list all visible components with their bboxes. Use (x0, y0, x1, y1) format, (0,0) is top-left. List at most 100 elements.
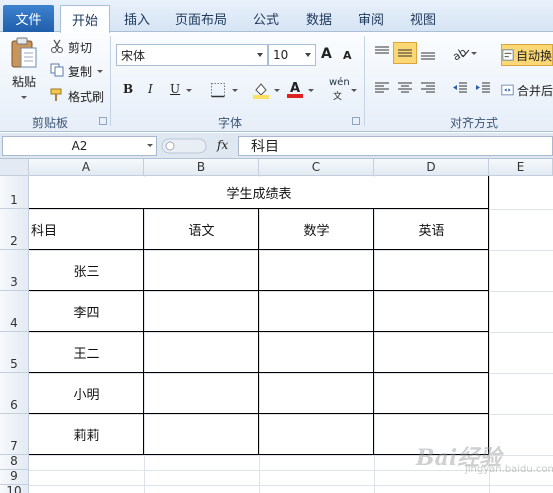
orientation-icon[interactable]: ab (451, 45, 473, 61)
scissors-icon (50, 39, 64, 53)
tab-page-layout[interactable]: 页面布局 (170, 5, 232, 32)
align-right-icon[interactable] (419, 80, 437, 96)
row-header-9[interactable]: 9 (0, 469, 29, 485)
row-header-5[interactable]: 5 (0, 332, 29, 373)
student-name-cell[interactable]: 王二 (29, 332, 144, 373)
align-top-icon[interactable] (373, 45, 391, 61)
header-cell-english[interactable]: 英语 (374, 209, 489, 250)
svg-text:A: A (290, 81, 300, 96)
font-size-select[interactable]: 10 (268, 44, 316, 66)
phonetic-icon: 文 (331, 90, 347, 100)
group-divider (110, 36, 111, 126)
formula-bar: A2 fx 科目 (0, 133, 553, 159)
formula-content: 科目 (251, 139, 279, 155)
ribbon-tabs: 文件 开始 插入 页面布局 公式 数据 审阅 视图 (0, 0, 553, 33)
header-cell-math[interactable]: 数学 (259, 209, 374, 250)
formula-input[interactable]: 科目 (238, 136, 553, 156)
merge-icon (501, 84, 514, 96)
ribbon: 粘贴 剪切 复制 格式刷 剪贴板 宋体 10 A A B I U A wén 文 (0, 32, 553, 132)
file-tab[interactable]: 文件 (3, 5, 54, 32)
svg-text:文: 文 (333, 90, 342, 100)
student-name-cell[interactable]: 小明 (29, 373, 144, 414)
name-box-dropdown-icon[interactable] (147, 144, 153, 147)
wrap-text-label: 自动换 (515, 48, 552, 63)
alignment-group-label: 对齐方式 (449, 116, 498, 130)
increase-indent-icon[interactable] (474, 80, 492, 96)
chevron-down-icon (305, 53, 311, 57)
tab-data[interactable]: 数据 (298, 5, 340, 32)
shrink-font-button[interactable]: A (343, 49, 352, 62)
phonetic-button[interactable]: wén (329, 77, 350, 88)
tab-view[interactable]: 视图 (402, 5, 444, 32)
font-size-value: 10 (273, 48, 289, 62)
student-name-cell[interactable]: 李四 (29, 291, 144, 332)
fill-color-dropdown-icon[interactable] (274, 89, 280, 92)
cut-button[interactable]: 剪切 (68, 39, 92, 56)
paste-button[interactable]: 粘贴 (12, 73, 36, 90)
merge-center-button[interactable]: 合并后 (501, 81, 553, 99)
student-name-cell[interactable]: 莉莉 (29, 414, 144, 455)
row-header-7[interactable]: 7 (0, 414, 29, 455)
align-center-icon[interactable] (396, 80, 414, 96)
format-painter-icon (50, 88, 64, 102)
align-middle-icon[interactable] (393, 42, 417, 64)
copy-button[interactable]: 复制 (68, 63, 92, 80)
font-launcher-icon[interactable] (352, 117, 360, 125)
border-dropdown-icon[interactable] (232, 89, 238, 92)
font-color-dropdown-icon[interactable] (308, 89, 314, 92)
row-header-4[interactable]: 4 (0, 291, 29, 332)
row-header-3[interactable]: 3 (0, 250, 29, 291)
clipboard-launcher-icon[interactable] (99, 117, 107, 125)
underline-dropdown-icon[interactable] (186, 89, 192, 92)
header-cell-chinese[interactable]: 语文 (144, 209, 259, 250)
tab-review[interactable]: 审阅 (350, 5, 392, 32)
grow-font-button[interactable]: A (321, 46, 332, 62)
font-color-icon[interactable]: A (286, 79, 304, 99)
name-box[interactable]: A2 (2, 136, 157, 156)
align-bottom-icon[interactable] (419, 45, 437, 61)
column-header-b[interactable]: B (144, 159, 259, 176)
column-header-a[interactable]: A (29, 159, 144, 176)
format-painter-button[interactable]: 格式刷 (68, 88, 104, 105)
font-name-value: 宋体 (121, 48, 146, 63)
font-group-label: 字体 (217, 116, 242, 130)
chevron-down-icon (257, 53, 263, 57)
phonetic-dropdown-icon[interactable] (351, 89, 357, 92)
column-header-d[interactable]: D (374, 159, 489, 176)
name-box-value: A2 (71, 139, 88, 153)
italic-button[interactable]: I (148, 82, 153, 96)
tab-insert[interactable]: 插入 (116, 5, 158, 32)
sheet-title-cell[interactable]: 学生成绩表 (29, 176, 489, 209)
row-header-10[interactable]: 10 (0, 484, 29, 493)
fill-color-icon[interactable] (252, 81, 270, 99)
underline-button[interactable]: U (170, 82, 180, 96)
bold-button[interactable]: B (123, 82, 133, 96)
paste-icon[interactable] (9, 36, 39, 70)
tab-formulas[interactable]: 公式 (245, 5, 287, 32)
border-icon[interactable] (210, 82, 226, 98)
wrap-text-button[interactable]: 自动换 (501, 44, 553, 66)
column-header-e[interactable]: E (489, 159, 553, 176)
watermark-url: jingyan.baidu.com (465, 464, 553, 475)
decrease-indent-icon[interactable] (451, 80, 469, 96)
copy-dropdown-icon[interactable] (97, 70, 103, 73)
header-cell-subject[interactable]: 科目 (31, 209, 144, 250)
row-header-1[interactable]: 1 (0, 176, 29, 209)
row-header-6[interactable]: 6 (0, 373, 29, 414)
column-header-c[interactable]: C (259, 159, 374, 176)
font-name-select[interactable]: 宋体 (116, 44, 268, 66)
orientation-dropdown-icon[interactable] (471, 52, 477, 55)
align-left-icon[interactable] (373, 80, 391, 96)
student-name-cell[interactable]: 张三 (29, 250, 144, 291)
clipboard-group-label: 剪贴板 (31, 116, 68, 130)
row-header-8[interactable]: 8 (0, 454, 29, 470)
tab-home[interactable]: 开始 (60, 5, 110, 33)
select-all-corner[interactable] (0, 159, 29, 176)
insert-function-button[interactable]: fx (217, 138, 228, 152)
copy-icon (50, 63, 64, 77)
gridline (29, 485, 553, 486)
merge-label: 合并后 (516, 83, 553, 98)
paste-dropdown-icon[interactable] (21, 96, 27, 99)
row-header-2[interactable]: 2 (0, 209, 29, 250)
wrap-text-icon (502, 49, 514, 61)
